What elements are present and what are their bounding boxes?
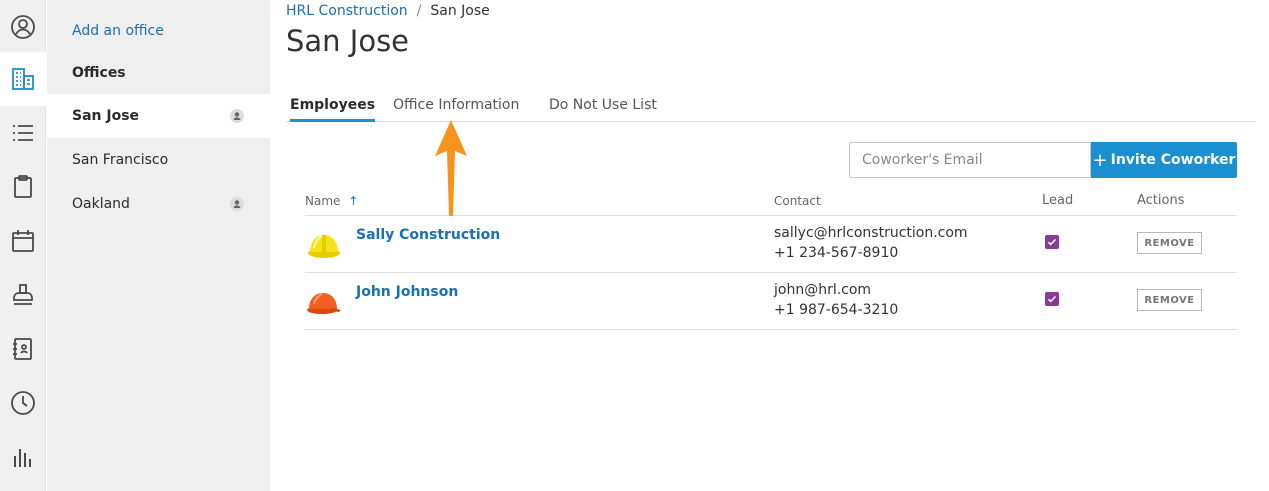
coworker-email-input[interactable] — [849, 142, 1091, 178]
rail-item-clipboard[interactable] — [0, 160, 46, 214]
breadcrumb-parent-link[interactable]: HRL Construction — [286, 3, 408, 19]
checkmark-icon — [1047, 238, 1057, 246]
invite-coworker-button[interactable]: + Invite Coworker — [1091, 142, 1237, 178]
employee-phone: +1 234-567-8910 — [774, 245, 899, 261]
annotation-arrow-icon — [435, 120, 467, 216]
lead-user-icon — [230, 197, 244, 211]
tab-do-not-use-list[interactable]: Do Not Use List — [549, 97, 657, 122]
column-header-contact: Contact — [774, 194, 821, 208]
breadcrumb-separator: / — [416, 3, 422, 19]
icon-rail — [0, 0, 46, 491]
employee-phone: +1 987-654-3210 — [774, 302, 899, 318]
bar-chart-icon — [14, 449, 31, 467]
rail-item-clock[interactable] — [0, 376, 46, 430]
add-office-link[interactable]: Add an office — [72, 23, 164, 39]
stamp-icon — [13, 284, 33, 305]
breadcrumb: HRL Construction / San Jose — [286, 3, 490, 19]
rail-item-offices[interactable] — [0, 52, 46, 106]
sidebar-item-label: Oakland — [72, 196, 130, 212]
rail-item-stamp[interactable] — [0, 268, 46, 322]
table-divider — [305, 329, 1237, 330]
building-icon — [12, 68, 34, 90]
calendar-icon — [12, 230, 34, 252]
sidebar-item-san-jose[interactable]: San Jose — [47, 94, 270, 138]
rail-item-address-book[interactable] — [0, 322, 46, 376]
checkmark-icon — [1047, 295, 1057, 303]
tab-bar: Employees Office Information Do Not Use … — [286, 92, 1256, 122]
user-circle-icon — [11, 15, 35, 39]
list-icon — [13, 125, 33, 141]
column-header-name[interactable]: Name ↑ — [305, 194, 358, 208]
column-header-name-label: Name — [305, 194, 341, 208]
rail-item-reports[interactable] — [0, 430, 46, 484]
rail-item-calendar[interactable] — [0, 214, 46, 268]
yellow-hardhat-icon — [308, 235, 340, 258]
employee-email: sallyc@hrlconstruction.com — [774, 225, 968, 241]
sidebar-item-oakland[interactable]: Oakland — [47, 182, 270, 226]
tab-employees[interactable]: Employees — [290, 97, 376, 122]
invite-coworker-label: Invite Coworker — [1110, 152, 1236, 168]
page-title: San Jose — [286, 24, 410, 58]
lead-checkbox[interactable] — [1045, 292, 1059, 306]
employee-email: john@hrl.com — [774, 282, 872, 298]
orange-hardhat-icon — [307, 293, 341, 314]
offices-heading: Offices — [72, 65, 126, 81]
remove-button[interactable]: REMOVE — [1137, 289, 1202, 311]
column-header-lead: Lead — [1042, 193, 1074, 208]
column-header-actions: Actions — [1137, 193, 1185, 208]
plus-icon: + — [1092, 149, 1108, 171]
sort-ascending-icon: ↑ — [348, 194, 359, 208]
clipboard-icon — [14, 175, 32, 198]
breadcrumb-current: San Jose — [430, 3, 490, 19]
address-book-icon — [13, 338, 32, 360]
clock-icon — [11, 391, 35, 415]
table-row: Sally Construction sallyc@hrlconstructio… — [305, 215, 1237, 272]
remove-button[interactable]: REMOVE — [1137, 232, 1202, 254]
employee-name-link[interactable]: John Johnson — [356, 284, 458, 300]
sidebar-item-san-francisco[interactable]: San Francisco — [47, 138, 270, 182]
lead-user-icon — [230, 109, 244, 123]
rail-item-list[interactable] — [0, 106, 46, 160]
lead-checkbox[interactable] — [1045, 235, 1059, 249]
sidebar-item-label: San Jose — [72, 108, 140, 124]
employee-name-link[interactable]: Sally Construction — [356, 227, 500, 243]
rail-item-profile[interactable] — [0, 0, 46, 54]
sidebar-item-label: San Francisco — [72, 152, 169, 168]
office-sidebar: Add an office Offices San Jose San Franc… — [47, 0, 270, 491]
table-row: John Johnson john@hrl.com +1 987-654-321… — [305, 272, 1237, 329]
